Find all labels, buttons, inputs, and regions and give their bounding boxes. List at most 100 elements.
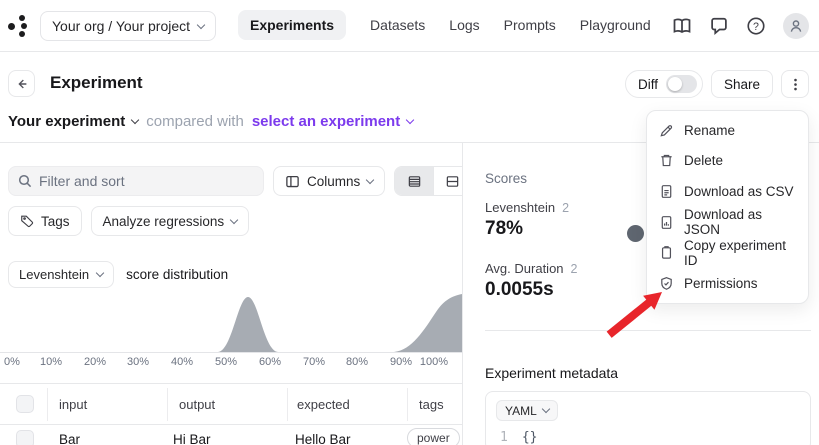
help-icon[interactable]: ? — [746, 16, 766, 36]
page-title: Experiment — [50, 73, 143, 92]
docs-book-icon[interactable] — [672, 16, 692, 36]
tab-experiments[interactable]: Experiments — [238, 10, 347, 40]
menu-item-label: Delete — [684, 153, 724, 169]
trash-icon — [659, 153, 674, 168]
toggle-switch-icon — [665, 75, 697, 93]
column-header-input[interactable]: input — [59, 397, 87, 412]
kebab-menu-icon — [793, 78, 797, 90]
tab-datasets[interactable]: Datasets — [370, 10, 425, 40]
table-header-row: input output expected tags — [0, 384, 462, 425]
results-panel: Columns Tags Analyze regressions — [0, 143, 462, 445]
menu-item-label: Permissions — [684, 275, 758, 291]
menu-item-label: Rename — [684, 122, 736, 138]
column-header-tags[interactable]: tags — [419, 397, 444, 412]
chevron-down-icon — [131, 115, 140, 125]
score-metric-name: Avg. Duration 2 — [485, 261, 577, 276]
x-tick: 30% — [126, 356, 150, 368]
share-button-label: Share — [723, 76, 760, 92]
code-line[interactable]: 1 {} — [500, 430, 537, 445]
diff-toggle-label: Diff — [637, 76, 658, 92]
metric-name-label: Avg. Duration — [485, 261, 564, 276]
filter-search — [8, 166, 264, 196]
x-tick: 20% — [83, 356, 107, 368]
comparison-dot — [627, 225, 644, 242]
score-metric-name: Levenshtein 2 — [485, 200, 569, 215]
chevron-down-icon — [541, 404, 551, 414]
diff-toggle[interactable]: Diff — [624, 70, 703, 98]
back-button[interactable] — [8, 70, 35, 97]
menu-item-download-json[interactable]: Download as JSON — [647, 207, 808, 238]
column-header-output[interactable]: output — [179, 397, 215, 412]
comparison-experiment-selector[interactable]: select an experiment — [251, 113, 415, 130]
metric-selector-label: Levenshtein — [19, 267, 90, 282]
format-selector[interactable]: YAML — [496, 400, 558, 421]
file-csv-icon — [659, 184, 674, 199]
chart-x-axis — [0, 352, 462, 353]
column-separator — [287, 388, 288, 421]
svg-text:?: ? — [753, 21, 759, 33]
cell-output: Hi Bar — [173, 432, 211, 445]
analyze-regressions-button[interactable]: Analyze regressions — [90, 206, 250, 236]
comparison-selector-label: select an experiment — [251, 113, 401, 130]
columns-icon — [286, 175, 299, 187]
scores-section-title: Scores — [485, 171, 528, 186]
score-metric-value: 78% — [485, 218, 524, 239]
user-avatar[interactable] — [783, 13, 809, 39]
tab-playground[interactable]: Playground — [580, 10, 651, 40]
x-tick: 80% — [345, 356, 369, 368]
metric-count: 2 — [562, 201, 570, 215]
chevron-down-icon — [366, 175, 375, 184]
menu-item-download-csv[interactable]: Download as CSV — [647, 176, 808, 207]
menu-item-rename[interactable]: Rename — [647, 115, 808, 146]
app-root: Your org / Your project Experiments Data… — [0, 0, 819, 445]
table-row[interactable]: Bar Hi Bar Hello Bar power — [0, 425, 462, 445]
tag-icon — [21, 215, 34, 228]
metadata-editor: YAML 1 {} — [485, 391, 811, 445]
feedback-chat-icon[interactable] — [709, 16, 729, 36]
chevron-down-icon — [229, 215, 239, 224]
filter-actions-row: Tags Analyze regressions — [8, 206, 250, 236]
base-experiment-selector[interactable]: Your experiment — [8, 113, 140, 130]
compared-with-text: compared with — [146, 113, 244, 130]
row-checkbox[interactable] — [16, 430, 34, 445]
menu-item-label: Download as JSON — [684, 207, 763, 238]
x-tick: 40% — [170, 356, 194, 368]
top-navigation: Your org / Your project Experiments Data… — [0, 0, 819, 52]
column-header-expected[interactable]: expected — [297, 397, 350, 412]
chevron-down-icon — [95, 268, 105, 278]
share-button[interactable]: Share — [710, 70, 773, 98]
org-project-selector[interactable]: Your org / Your project — [40, 11, 217, 41]
x-tick: 60% — [258, 356, 282, 368]
format-selector-label: YAML — [505, 403, 537, 418]
tags-button[interactable]: Tags — [8, 206, 82, 236]
menu-item-copy-experiment-id[interactable]: Copy experiment ID — [647, 237, 808, 268]
metric-selector[interactable]: Levenshtein — [8, 261, 115, 288]
search-icon — [17, 173, 33, 189]
score-metric-value: 0.0055s — [485, 279, 554, 300]
comparison-bar: Your experiment compared with select an … — [8, 113, 415, 130]
select-all-checkbox[interactable] — [16, 395, 34, 413]
x-tick: 70% — [302, 356, 326, 368]
list-view-icon — [408, 175, 421, 187]
tag-badge: power — [407, 428, 460, 445]
menu-item-permissions[interactable]: Permissions — [647, 268, 808, 299]
filter-input[interactable] — [8, 166, 264, 196]
split-view-icon — [447, 175, 459, 187]
column-separator — [47, 388, 48, 421]
header-actions: Diff Share — [624, 70, 809, 98]
metric-name-label: Levenshtein — [485, 200, 556, 215]
columns-button[interactable]: Columns — [273, 166, 386, 196]
x-tick: 10% — [39, 356, 63, 368]
base-experiment-label: Your experiment — [8, 113, 126, 130]
tab-logs[interactable]: Logs — [449, 10, 479, 40]
cell-input: Bar — [59, 432, 81, 445]
more-options-button[interactable] — [781, 70, 809, 98]
x-tick: 90% — [389, 356, 413, 368]
list-view-button[interactable] — [395, 167, 434, 195]
tags-button-label: Tags — [41, 213, 70, 229]
tab-prompts[interactable]: Prompts — [504, 10, 556, 40]
split-view-button[interactable] — [433, 167, 462, 195]
menu-item-label: Copy experiment ID — [684, 237, 787, 268]
menu-item-delete[interactable]: Delete — [647, 146, 808, 177]
chevron-down-icon — [196, 20, 206, 29]
